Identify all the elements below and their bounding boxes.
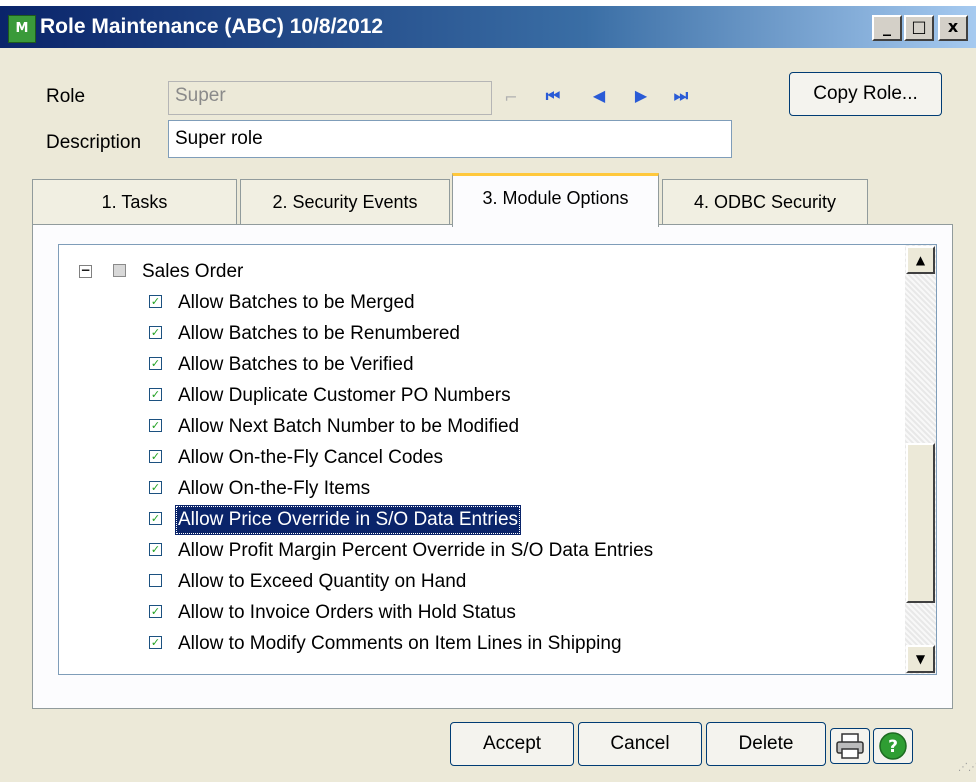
role-field[interactable]: Super	[168, 81, 492, 115]
checkbox[interactable]: ✓	[149, 636, 162, 649]
module-options-tree[interactable]: − Sales Order ✓ Allow Batches to be Merg…	[58, 244, 937, 675]
tree-item-label: Allow to Modify Comments on Item Lines i…	[178, 633, 622, 654]
checkbox[interactable]: ✓	[149, 605, 162, 618]
tree-item-label: Allow Batches to be Merged	[178, 292, 415, 313]
checkbox[interactable]: ✓	[149, 326, 162, 339]
scrollbar-thumb[interactable]	[906, 443, 935, 603]
close-button[interactable]: x	[938, 15, 968, 41]
checkbox[interactable]: ✓	[149, 512, 162, 525]
checkbox[interactable]: ✓	[149, 295, 162, 308]
printer-icon	[836, 733, 864, 759]
next-record-icon[interactable]: ▶	[630, 85, 652, 107]
svg-text:?: ?	[888, 737, 898, 757]
help-button[interactable]: ?	[873, 728, 913, 764]
tab-tasks[interactable]: 1. Tasks	[32, 179, 237, 225]
tree-item-label: Allow to Invoice Orders with Hold Status	[178, 602, 516, 623]
tree-parent-label: Sales Order	[142, 261, 244, 282]
checkbox[interactable]: ✓	[149, 543, 162, 556]
vertical-scrollbar[interactable]: ▲ ▼	[905, 245, 936, 674]
tree-item-label: Allow Duplicate Customer PO Numbers	[178, 385, 511, 406]
checkbox[interactable]: ✓	[149, 388, 162, 401]
scroll-down-icon[interactable]: ▼	[906, 645, 935, 673]
print-button[interactable]	[830, 728, 870, 764]
role-maintenance-window: M Role Maintenance (ABC) 10/8/2012 _ □ x…	[0, 6, 976, 782]
collapse-icon[interactable]: −	[79, 264, 92, 278]
tree-item-label: Allow On-the-Fly Items	[178, 478, 371, 499]
tristate-checkbox[interactable]	[113, 264, 126, 277]
copy-role-button[interactable]: Copy Role...	[789, 72, 942, 116]
role-label: Role	[46, 86, 86, 107]
last-record-icon[interactable]: ⏭	[670, 85, 692, 107]
checkbox[interactable]: ✓	[149, 357, 162, 370]
description-label: Description	[46, 132, 142, 153]
checkbox[interactable]: ✓	[149, 450, 162, 463]
checkbox[interactable]: ✓	[149, 481, 162, 494]
tree-item-label: Allow Batches to be Verified	[178, 354, 414, 375]
first-record-icon[interactable]: ⏮	[542, 85, 564, 107]
app-icon: M	[8, 15, 36, 43]
previous-record-icon[interactable]: ◀	[588, 85, 610, 107]
tab-security-events[interactable]: 2. Security Events	[240, 179, 450, 225]
cancel-button[interactable]: Cancel	[578, 722, 702, 766]
tree-item-label: Allow Profit Margin Percent Override in …	[178, 540, 654, 561]
tree-item-label: Allow Batches to be Renumbered	[178, 323, 460, 344]
tab-odbc-security[interactable]: 4. ODBC Security	[662, 179, 868, 225]
tab-module-options[interactable]: 3. Module Options	[452, 173, 659, 227]
resize-grip-icon[interactable]: ⋰⋰	[958, 763, 976, 778]
checkbox[interactable]	[149, 574, 162, 587]
tree-item-label: Allow Next Batch Number to be Modified	[178, 416, 520, 437]
scroll-up-icon[interactable]: ▲	[906, 246, 935, 274]
lookup-icon[interactable]: ⌐	[497, 86, 525, 110]
window-title: Role Maintenance (ABC) 10/8/2012	[40, 15, 384, 38]
maximize-button[interactable]: □	[904, 15, 934, 41]
checkbox[interactable]: ✓	[149, 419, 162, 432]
title-bar[interactable]: M Role Maintenance (ABC) 10/8/2012 _ □ x	[0, 6, 976, 48]
minimize-button[interactable]: _	[872, 15, 902, 41]
tree-item-label: Allow Price Override in S/O Data Entries	[175, 505, 522, 535]
accept-button[interactable]: Accept	[450, 722, 574, 766]
delete-button[interactable]: Delete	[706, 722, 826, 766]
description-field[interactable]: Super role	[168, 120, 732, 158]
tree-item-label: Allow On-the-Fly Cancel Codes	[178, 447, 444, 468]
help-icon: ?	[879, 732, 907, 760]
tree-item-label: Allow to Exceed Quantity on Hand	[178, 571, 467, 592]
